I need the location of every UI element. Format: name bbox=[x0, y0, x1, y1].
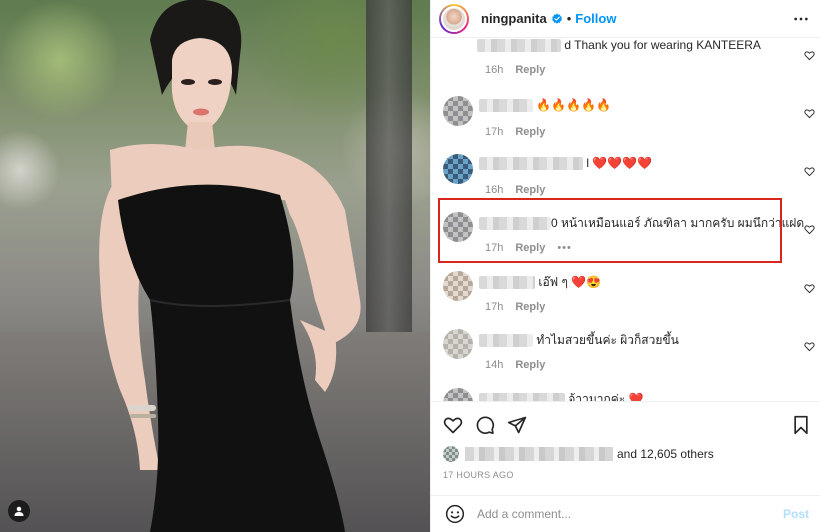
comment-text: l ❤️❤️❤️❤️ bbox=[479, 156, 653, 171]
likes-summary[interactable]: and 12,605 others bbox=[443, 444, 714, 464]
comment-item: ทำไมสวยขึ้นค่ะ ผิวก็สวยขึ้น 14h Reply bbox=[431, 321, 820, 379]
person-icon bbox=[14, 506, 24, 516]
comment-input[interactable] bbox=[477, 507, 767, 521]
comment-like-heart-icon[interactable] bbox=[804, 341, 815, 352]
highlight-box bbox=[438, 198, 782, 263]
blurred-username bbox=[479, 393, 565, 401]
commenter-avatar[interactable] bbox=[443, 388, 473, 401]
comment-like-heart-icon[interactable] bbox=[804, 108, 815, 119]
reply-button[interactable]: Reply bbox=[515, 359, 545, 371]
comment-item: จ้าามากค่ะ ❤️ bbox=[431, 380, 820, 401]
author-username[interactable]: ningpanita bbox=[481, 11, 547, 26]
comment-like-heart-icon[interactable] bbox=[804, 283, 815, 294]
blurred-username bbox=[479, 157, 583, 171]
share-paper-plane-icon[interactable] bbox=[507, 415, 527, 435]
author-avatar[interactable] bbox=[439, 3, 469, 34]
comment-time: 16h bbox=[485, 64, 504, 76]
comment-bubble-icon[interactable] bbox=[475, 415, 495, 435]
comment-like-heart-icon[interactable] bbox=[804, 166, 815, 177]
blurred-username bbox=[477, 39, 561, 53]
comment-text: 🔥🔥🔥🔥🔥 bbox=[479, 98, 612, 113]
liker-avatar bbox=[443, 446, 459, 462]
post-side-panel: ningpanita • Follow d Thank you for wear… bbox=[430, 0, 820, 532]
comment-meta: 17h Reply bbox=[485, 301, 545, 313]
more-options-icon[interactable] bbox=[793, 11, 809, 27]
comment-emoji: ❤️❤️❤️❤️ bbox=[592, 156, 653, 170]
comment-time: 17h bbox=[485, 126, 504, 138]
comment-item: เอ๊ฟ ๆ ❤️😍 17h Reply bbox=[431, 263, 820, 321]
comment-item: l ❤️❤️❤️❤️ 16h Reply bbox=[431, 146, 820, 204]
reply-button[interactable]: Reply bbox=[515, 126, 545, 138]
blurred-username bbox=[479, 334, 533, 348]
comment-meta: 14h Reply bbox=[485, 359, 545, 371]
comment-text: d Thank you for wearing KANTEERA bbox=[477, 38, 761, 53]
comment-emoji: ❤️ bbox=[628, 392, 644, 401]
save-bookmark-icon[interactable] bbox=[791, 415, 811, 435]
comment-item: 🔥🔥🔥🔥🔥 17h Reply bbox=[431, 88, 820, 146]
post-photo bbox=[0, 0, 430, 532]
blurred-username bbox=[479, 99, 533, 113]
comment-text: เอ๊ฟ ๆ ❤️😍 bbox=[479, 273, 601, 292]
post-header: ningpanita • Follow bbox=[431, 0, 820, 38]
follow-button[interactable]: Follow bbox=[575, 11, 616, 26]
comment-meta: 17h Reply bbox=[485, 126, 545, 138]
comment-text: ทำไมสวยขึ้นค่ะ ผิวก็สวยขึ้น bbox=[479, 331, 679, 350]
reply-button[interactable]: Reply bbox=[515, 301, 545, 313]
comment-item: d Thank you for wearing KANTEERA 16h Rep… bbox=[431, 38, 820, 88]
commenter-avatar[interactable] bbox=[443, 329, 473, 359]
comment-body: จ้าามากค่ะ bbox=[568, 392, 626, 401]
header-separator: • bbox=[566, 11, 572, 26]
tagged-user-icon[interactable] bbox=[8, 500, 30, 522]
comment-time: 14h bbox=[485, 359, 504, 371]
photo-woman-figure bbox=[99, 0, 361, 532]
comment-emoji: 🔥🔥🔥🔥🔥 bbox=[536, 98, 612, 112]
commenter-avatar[interactable] bbox=[443, 154, 473, 184]
likes-count-text[interactable]: and 12,605 others bbox=[617, 447, 714, 461]
blurred-liker-name bbox=[465, 447, 613, 461]
emoji-smiley-icon[interactable] bbox=[445, 504, 465, 524]
comment-like-heart-icon[interactable] bbox=[804, 50, 815, 61]
like-heart-icon[interactable] bbox=[443, 415, 463, 435]
commenter-avatar[interactable] bbox=[443, 271, 473, 301]
comment-time: 17h bbox=[485, 301, 504, 313]
blurred-username bbox=[479, 276, 535, 290]
comment-body: l bbox=[586, 156, 590, 170]
reply-button[interactable]: Reply bbox=[515, 184, 545, 196]
post-actions-bar bbox=[431, 401, 820, 445]
comment-body: d Thank you for wearing KANTEERA bbox=[564, 38, 761, 52]
author-avatar-image bbox=[441, 5, 467, 32]
reply-button[interactable]: Reply bbox=[515, 64, 545, 76]
comments-list[interactable]: d Thank you for wearing KANTEERA 16h Rep… bbox=[431, 38, 820, 401]
comment-time: 16h bbox=[485, 184, 504, 196]
post-comment-button[interactable]: Post bbox=[783, 507, 809, 521]
comment-meta: 16h Reply bbox=[485, 184, 545, 196]
comment-body: ทำไมสวยขึ้นค่ะ ผิวก็สวยขึ้น bbox=[536, 333, 679, 347]
comment-emoji: ❤️😍 bbox=[571, 275, 602, 289]
comment-meta: 16h Reply bbox=[485, 64, 545, 76]
comment-body: เอ๊ฟ ๆ bbox=[538, 275, 568, 289]
comment-like-heart-icon[interactable] bbox=[804, 224, 815, 235]
post-timestamp: 17 HOURS AGO bbox=[443, 470, 514, 480]
commenter-avatar[interactable] bbox=[443, 96, 473, 126]
verified-badge-icon bbox=[551, 13, 562, 24]
comment-text: จ้าามากค่ะ ❤️ bbox=[479, 390, 644, 401]
add-comment-bar: Post bbox=[431, 495, 820, 532]
